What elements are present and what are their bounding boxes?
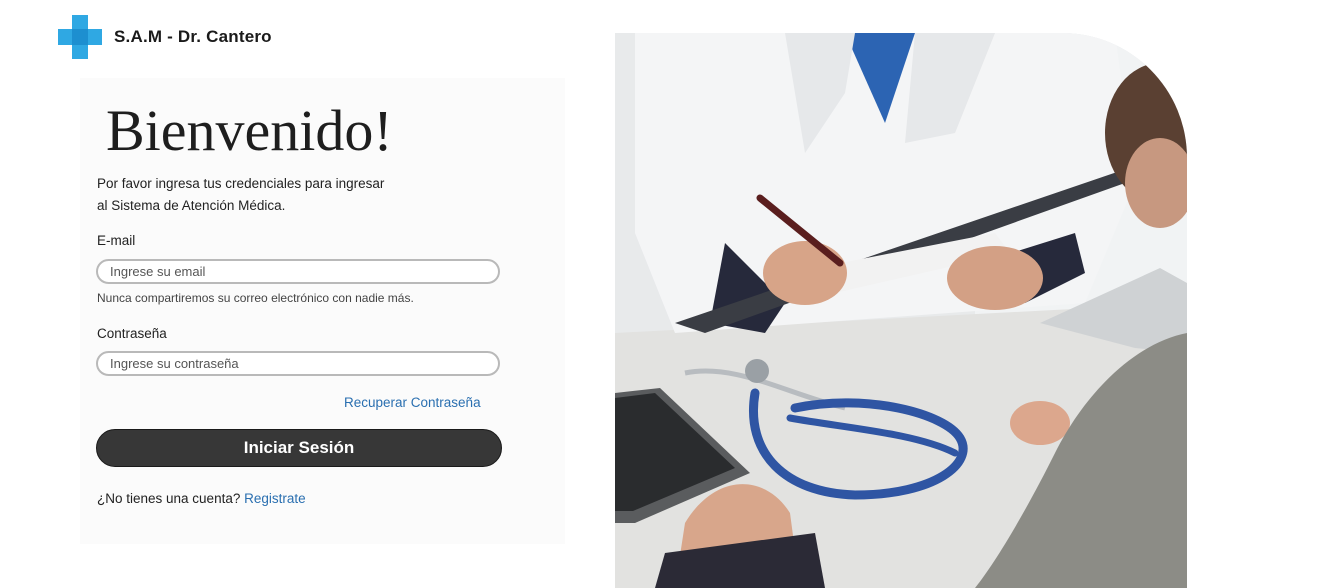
- email-field[interactable]: [96, 259, 500, 284]
- intro-line-1: Por favor ingresa tus credenciales para …: [97, 176, 385, 191]
- brand-name: S.A.M - Dr. Cantero: [114, 27, 272, 46]
- intro-text: Por favor ingresa tus credenciales para …: [97, 173, 427, 217]
- medical-cross-icon: [58, 15, 102, 59]
- email-label: E-mail: [97, 233, 136, 248]
- doctor-consultation-illustration: [615, 33, 1187, 588]
- login-button[interactable]: Iniciar Sesión: [96, 429, 502, 467]
- page-title: Bienvenido!: [106, 98, 393, 163]
- brand: S.A.M - Dr. Cantero: [58, 14, 272, 60]
- recover-password-link[interactable]: Recuperar Contraseña: [344, 395, 481, 410]
- login-card: Bienvenido! Por favor ingresa tus creden…: [80, 78, 565, 544]
- password-label: Contraseña: [97, 326, 167, 341]
- signup-prompt: ¿No tienes una cuenta?: [97, 491, 241, 506]
- signup-link[interactable]: Registrate: [244, 491, 306, 506]
- intro-line-2: al Sistema de Atención Médica.: [97, 198, 286, 213]
- doctor-consultation-photo: [615, 33, 1187, 588]
- password-field[interactable]: [96, 351, 500, 376]
- signup-row: ¿No tienes una cuenta? Registrate: [97, 491, 306, 506]
- email-help-text: Nunca compartiremos su correo electrónic…: [97, 291, 414, 305]
